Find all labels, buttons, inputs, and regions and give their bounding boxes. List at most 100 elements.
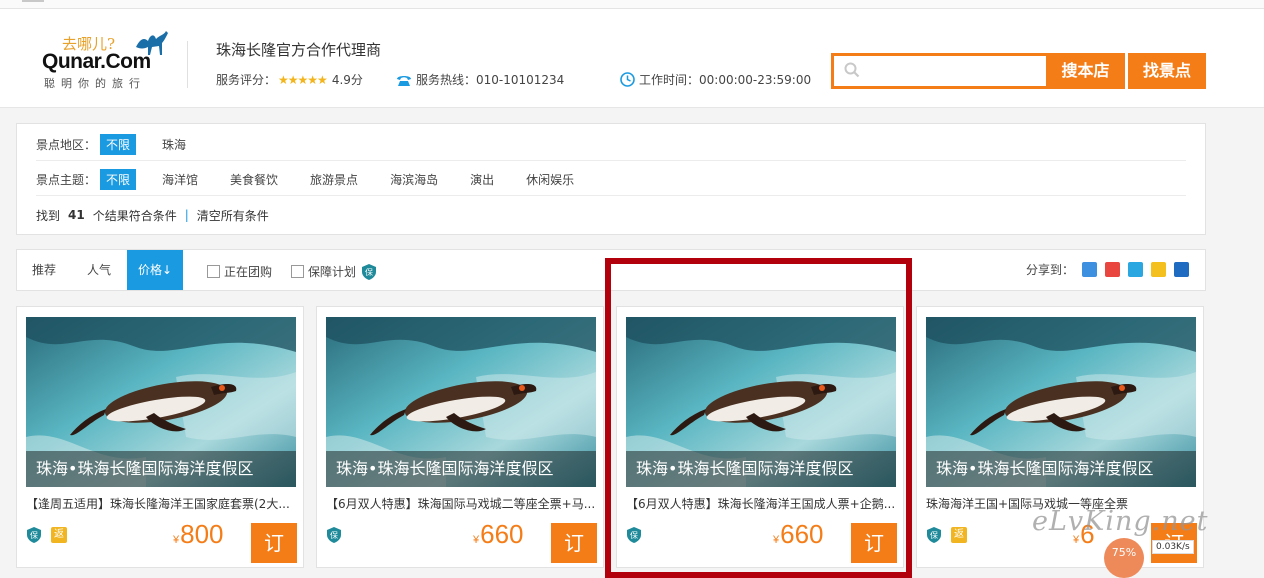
sort-recommend-tab[interactable]: 推荐	[17, 250, 71, 290]
product-description[interactable]: 【逢周五适用】珠海长隆海洋王国家庭套票(2大...	[26, 495, 296, 512]
sort-popularity-tab[interactable]: 人气	[71, 250, 127, 290]
filter-divider	[36, 195, 1186, 196]
filter-divider	[36, 160, 1186, 161]
order-button[interactable]: 订	[851, 523, 897, 563]
theme-option-food[interactable]: 美食餐饮	[224, 169, 284, 190]
tencent-weibo-icon[interactable]	[1128, 262, 1143, 277]
price-value: 800	[180, 519, 224, 549]
product-price: ¥660	[473, 519, 524, 550]
arrow-down-icon: ↓	[161, 263, 173, 277]
memory-ball[interactable]: 75%	[1104, 538, 1144, 578]
theme-filter-row: 景点主题： 不限 海洋馆 美食餐饮 旅游景点 海滨海岛 演出 休闲娱乐	[36, 168, 600, 190]
result-suffix: 个结果符合条件	[92, 208, 177, 223]
sort-price-tab[interactable]: 价格↓	[127, 250, 183, 290]
watermark-text: eLvKing.net	[1032, 506, 1209, 537]
weibo-icon[interactable]	[1105, 262, 1120, 277]
clock-icon	[620, 72, 635, 87]
currency-symbol: ¥	[173, 534, 180, 546]
search-icon	[844, 62, 860, 78]
price-value: 660	[780, 519, 824, 549]
product-badges: 保返	[927, 527, 967, 543]
theme-option-leisure[interactable]: 休闲娱乐	[520, 169, 580, 190]
group-buy-label: 正在团购	[224, 265, 273, 279]
search-box	[831, 53, 1049, 89]
browser-top-strip	[0, 0, 1264, 9]
work-time: 工作时间：00:00:00-23:59:00	[620, 71, 811, 88]
product-caption: 珠海•珠海长隆国际海洋度假区	[326, 451, 596, 487]
logo-slogan: 聪明你的旅行	[44, 77, 146, 90]
checkbox-box[interactable]	[207, 265, 220, 278]
share-bar: 分享到：	[1026, 261, 1189, 278]
top-strip-mark	[22, 0, 44, 2]
sort-bar: 推荐 人气 价格↓ 正在团购 保障计划 保 分享到：	[16, 249, 1206, 291]
product-description[interactable]: 【6月双人特惠】珠海国际马戏城二等座全票+马...	[326, 495, 596, 512]
rating-stars-icon: ★★★★★	[278, 72, 328, 87]
rating-label: 服务评分：	[216, 73, 277, 87]
price-value: 660	[480, 519, 524, 549]
svg-text:保: 保	[365, 267, 373, 277]
product-caption: 珠海•珠海长隆国际海洋度假区	[926, 451, 1196, 487]
qunar-logo[interactable]: 去哪儿? Qunar.Com 聪明你的旅行	[40, 29, 180, 91]
product-caption: 珠海•珠海长隆国际海洋度假区	[26, 451, 296, 487]
service-rating: 服务评分： ★★★★★ 4.9分	[216, 71, 363, 88]
product-badges: 保	[627, 527, 641, 543]
checkbox-box[interactable]	[291, 265, 304, 278]
currency-symbol: ¥	[773, 534, 780, 546]
guarantee-shield-icon: 保	[27, 527, 41, 543]
share-plus-icon[interactable]	[1082, 262, 1097, 277]
area-option-zhuhai[interactable]: 珠海	[156, 134, 192, 155]
area-filter-label: 景点地区：	[36, 137, 97, 152]
svg-text:保: 保	[630, 530, 638, 540]
result-summary: 找到 41 个结果符合条件 | 清空所有条件	[36, 205, 269, 225]
theme-option-beach[interactable]: 海滨海岛	[384, 169, 444, 190]
product-image[interactable]: 珠海•珠海长隆国际海洋度假区	[926, 317, 1196, 487]
shield-icon: 保	[362, 263, 377, 280]
cashback-badge-icon: 返	[51, 527, 67, 543]
phone-icon	[397, 75, 411, 86]
search-input[interactable]	[864, 60, 1038, 84]
search-shop-button[interactable]: 搜本店	[1046, 53, 1125, 89]
guarantee-shield-icon: 保	[327, 527, 341, 543]
order-button[interactable]: 订	[251, 523, 297, 563]
find-spot-button[interactable]: 找景点	[1128, 53, 1206, 89]
product-caption: 珠海•珠海长隆国际海洋度假区	[626, 451, 896, 487]
guarantee-shield-icon: 保	[927, 527, 941, 543]
product-card[interactable]: 珠海•珠海长隆国际海洋度假区 【逢周五适用】珠海长隆海洋王国家庭套票(2大...…	[16, 306, 304, 568]
product-description[interactable]: 【6月双人特惠】珠海长隆海洋王国成人票+企鹅...	[626, 495, 896, 512]
renren-icon[interactable]	[1174, 262, 1189, 277]
result-prefix: 找到	[36, 208, 61, 223]
product-card[interactable]: 珠海•珠海长隆国际海洋度假区 【6月双人特惠】珠海长隆海洋王国成人票+企鹅...…	[616, 306, 904, 568]
theme-option-show[interactable]: 演出	[464, 169, 500, 190]
guarantee-label: 保障计划	[308, 265, 357, 279]
area-option-any[interactable]: 不限	[100, 133, 137, 155]
product-image[interactable]: 珠海•珠海长隆国际海洋度假区	[326, 317, 596, 487]
clear-filters-link[interactable]: 清空所有条件	[197, 207, 269, 224]
logo-wordmark: Qunar.Com	[42, 50, 151, 73]
product-card[interactable]: 珠海•珠海长隆国际海洋度假区 【6月双人特惠】珠海国际马戏城二等座全票+马...…	[316, 306, 604, 568]
currency-symbol: ¥	[473, 534, 480, 546]
product-price: ¥660	[773, 519, 824, 550]
qq-icon[interactable]	[1151, 262, 1166, 277]
share-label: 分享到：	[1025, 263, 1074, 277]
order-button[interactable]: 订	[551, 523, 597, 563]
group-buy-checkbox[interactable]: 正在团购	[207, 263, 272, 280]
cashback-badge-icon: 返	[951, 527, 967, 543]
theme-option-aquarium[interactable]: 海洋馆	[156, 169, 204, 190]
svg-text:保: 保	[30, 530, 38, 540]
svg-text:保: 保	[930, 530, 938, 540]
guarantee-shield-icon: 保	[627, 527, 641, 543]
result-count: 41	[68, 208, 85, 222]
product-image[interactable]: 珠海•珠海长隆国际海洋度假区	[26, 317, 296, 487]
svg-text:保: 保	[330, 530, 338, 540]
filter-panel: 景点地区： 不限 珠海 景点主题： 不限 海洋馆 美食餐饮 旅游景点 海滨海岛 …	[16, 123, 1206, 235]
product-price: ¥800	[173, 519, 224, 550]
hotline-text: 服务热线：010-10101234	[416, 73, 565, 87]
net-speed: 0.03K/s	[1152, 540, 1194, 554]
area-filter-row: 景点地区： 不限 珠海	[36, 133, 212, 155]
theme-option-any[interactable]: 不限	[100, 168, 137, 190]
worktime-text: 工作时间：00:00:00-23:59:00	[639, 73, 812, 87]
theme-option-attractions[interactable]: 旅游景点	[304, 169, 364, 190]
product-image[interactable]: 珠海•珠海长隆国际海洋度假区	[626, 317, 896, 487]
shop-name: 珠海长隆官方合作代理商	[216, 41, 382, 59]
guarantee-checkbox[interactable]: 保障计划 保	[291, 263, 377, 280]
